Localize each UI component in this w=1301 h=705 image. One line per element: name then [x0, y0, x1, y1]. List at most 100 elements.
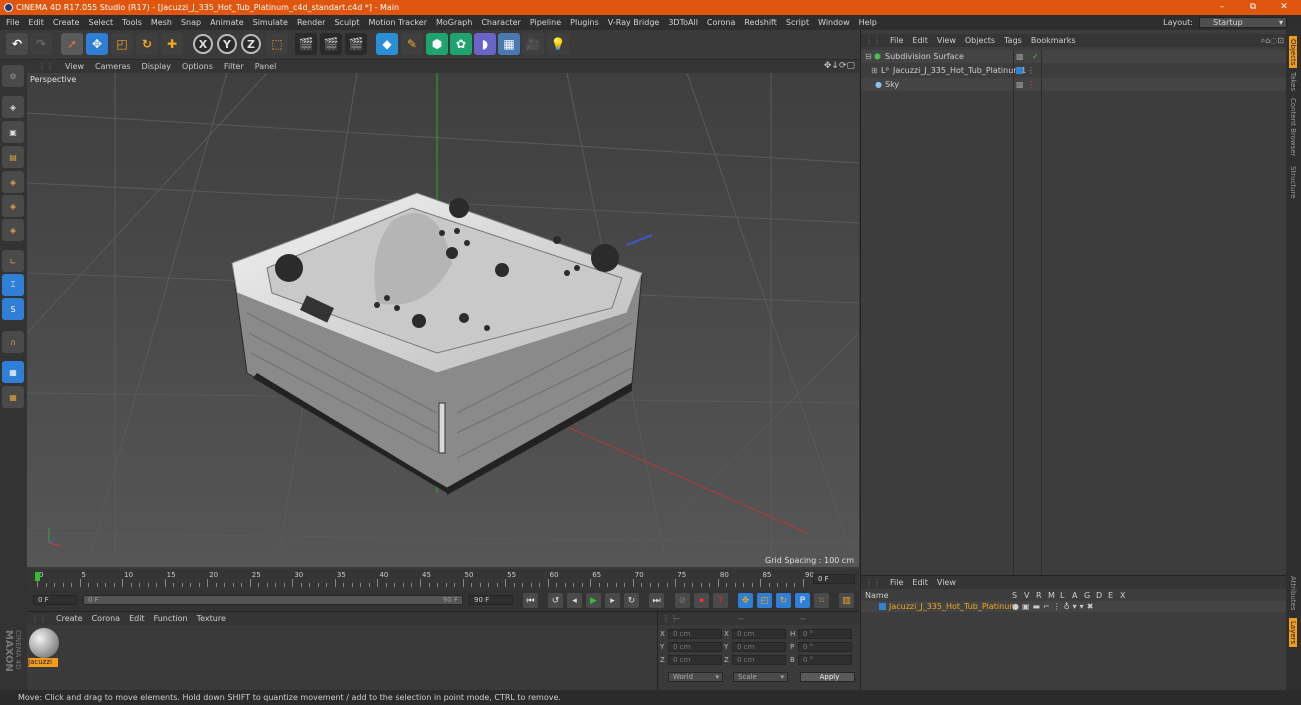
menu-vray-bridge[interactable]: V-Ray Bridge	[608, 18, 660, 27]
move-tool-button[interactable]: ✥	[86, 33, 108, 55]
viewport-nav-icons[interactable]: ✥↓⟳▢	[824, 60, 855, 73]
minimize-button[interactable]: –	[1207, 0, 1237, 15]
layout-select[interactable]: Startup ▾	[1199, 17, 1287, 28]
object-row[interactable]: ● Sky ▩ ⋮	[861, 78, 1287, 91]
menu-plugins[interactable]: Plugins	[570, 18, 599, 27]
layer-name[interactable]: Jacuzzi_J_335_Hot_Tub_Platinum	[889, 601, 1017, 612]
material-swatch[interactable]	[29, 628, 59, 658]
viewport-menu-display[interactable]: Display	[142, 62, 172, 71]
viewport-menu-filter[interactable]: Filter	[224, 62, 244, 71]
om-menu-file[interactable]: File	[890, 36, 903, 45]
tab-content-browser[interactable]: Content Browser	[1289, 98, 1297, 156]
start-frame-field[interactable]: 0 F	[33, 595, 77, 605]
restore-button[interactable]: ⧉	[1238, 0, 1268, 15]
tab-attributes[interactable]: Attributes	[1289, 576, 1297, 611]
menu-motion-tracker[interactable]: Motion Tracker	[368, 18, 427, 27]
key-pla-button[interactable]: ⁙	[814, 593, 829, 608]
apply-button[interactable]: Apply	[800, 672, 855, 682]
prev-key-button[interactable]: ↺	[548, 593, 563, 608]
coord-value-field[interactable]: 0 °	[798, 642, 852, 652]
coordinate-system-button[interactable]: ⬚	[266, 33, 288, 55]
menu-character[interactable]: Character	[481, 18, 521, 27]
checkmark-icon[interactable]: ✓	[1032, 50, 1039, 63]
coord-value-field[interactable]: 0 cm	[732, 629, 786, 639]
menu-create[interactable]: Create	[53, 18, 80, 27]
material-menu-edit[interactable]: Edit	[129, 614, 145, 623]
object-row[interactable]: ⊟ ⬢ Subdivision Surface ▩ ✓	[861, 50, 1287, 63]
object-row[interactable]: ⊞ L⁰ Jacuzzi_J_335_Hot_Tub_Platinum1 ⋮	[861, 64, 1287, 77]
next-frame-button[interactable]: ▸	[605, 593, 620, 608]
make-editable-button[interactable]: ⚙	[2, 65, 24, 87]
snap-button[interactable]: S	[2, 298, 24, 320]
layer-color-icon[interactable]	[879, 603, 886, 610]
object-name[interactable]: Jacuzzi_J_335_Hot_Tub_Platinum1	[893, 64, 1026, 77]
menu-file[interactable]: File	[6, 18, 19, 27]
material-name-label[interactable]: Jacuzzi	[28, 658, 58, 667]
menu-corona[interactable]: Corona	[707, 18, 735, 27]
coord-value-field[interactable]: 0 cm	[732, 655, 786, 665]
pen-spline-button[interactable]: ✎	[401, 33, 423, 55]
key-parameter-button[interactable]: P	[795, 593, 810, 608]
tweak-mode-button[interactable]: ⌶	[2, 274, 24, 296]
camera-button[interactable]: 🎥	[522, 33, 544, 55]
playhead[interactable]	[35, 572, 40, 581]
polygons-mode-button[interactable]: ◈	[2, 219, 24, 241]
edges-mode-button[interactable]: ◈	[2, 195, 24, 217]
deformer-button[interactable]: ◗	[474, 33, 496, 55]
current-frame-field[interactable]: 0 F	[813, 574, 855, 584]
model-mode-button[interactable]: ◈	[2, 96, 24, 118]
render-picture-viewer-button[interactable]: 🎬	[320, 33, 342, 55]
lm-menu-edit[interactable]: Edit	[912, 578, 928, 587]
workplane-mode-button[interactable]: ▤	[2, 146, 24, 168]
floor-button[interactable]: ▦	[498, 33, 520, 55]
keyframe-selection-button[interactable]: ?	[713, 593, 728, 608]
viewport-menu-cameras[interactable]: Cameras	[95, 62, 131, 71]
material-menu-function[interactable]: Function	[154, 614, 188, 623]
menu-mesh[interactable]: Mesh	[151, 18, 172, 27]
om-menu-edit[interactable]: Edit	[912, 36, 928, 45]
timeline-ruler[interactable]: 0 5 10 15 20 25 30 35 40 45 50 55 60 65 70 75 80 85 90 0 F	[27, 569, 859, 591]
visibility-dots-icon[interactable]: ▩	[1016, 50, 1024, 63]
menu-select[interactable]: Select	[88, 18, 113, 27]
coord-value-field[interactable]: 0 cm	[668, 629, 722, 639]
x-axis-button[interactable]: X	[193, 34, 213, 54]
key-scale-button[interactable]: ◰	[757, 593, 772, 608]
material-menu-texture[interactable]: Texture	[197, 614, 226, 623]
visibility-dots-icon[interactable]: ⋮	[1027, 64, 1035, 77]
om-menu-tags[interactable]: Tags	[1004, 36, 1022, 45]
visibility-dots-icon[interactable]: ▩	[1016, 78, 1024, 91]
frame-range-slider[interactable]: 0 F 90 F	[83, 595, 463, 605]
tab-layers[interactable]: Layers	[1289, 618, 1297, 648]
render-tag-icon[interactable]: ⋮	[1027, 78, 1035, 91]
mograph-cloner-button[interactable]: ✿	[450, 33, 472, 55]
om-menu-bookmarks[interactable]: Bookmarks	[1031, 36, 1076, 45]
rotate-tool-button[interactable]: ↻	[136, 33, 158, 55]
render-settings-button[interactable]: 🎬	[345, 33, 367, 55]
object-name[interactable]: Subdivision Surface	[885, 50, 964, 63]
key-position-button[interactable]: ✥	[738, 593, 753, 608]
locked-workplane-button[interactable]: ▦	[2, 361, 24, 383]
menu-pipeline[interactable]: Pipeline	[530, 18, 561, 27]
menu-animate[interactable]: Animate	[210, 18, 244, 27]
next-key-button[interactable]: ↻	[624, 593, 639, 608]
coord-value-field[interactable]: 0 cm	[668, 642, 722, 652]
viewport-menu-view[interactable]: View	[65, 62, 84, 71]
menu-simulate[interactable]: Simulate	[253, 18, 288, 27]
prev-frame-button[interactable]: ◂	[567, 593, 582, 608]
go-to-start-button[interactable]: ⏮	[523, 593, 538, 608]
planar-workplane-button[interactable]: ▦	[2, 386, 24, 408]
key-rotation-button[interactable]: ↻	[776, 593, 791, 608]
render-view-button[interactable]: 🎬	[295, 33, 317, 55]
tab-takes[interactable]: Takes	[1289, 72, 1297, 91]
material-menu-create[interactable]: Create	[56, 614, 83, 623]
material-tag-icon[interactable]	[1016, 67, 1023, 74]
menu-edit[interactable]: Edit	[28, 18, 44, 27]
scale-select[interactable]: Scale ▾	[733, 672, 788, 682]
timeline-button[interactable]: ▥	[839, 593, 854, 608]
om-menu-objects[interactable]: Objects	[965, 36, 995, 45]
tab-structure[interactable]: Structure	[1289, 166, 1297, 199]
om-search-icon[interactable]: ⌕⌂◌⊡	[1261, 34, 1284, 47]
points-mode-button[interactable]: ◈	[2, 171, 24, 193]
subdivision-generator-button[interactable]: ⬢	[426, 33, 448, 55]
light-button[interactable]: 💡	[547, 33, 569, 55]
